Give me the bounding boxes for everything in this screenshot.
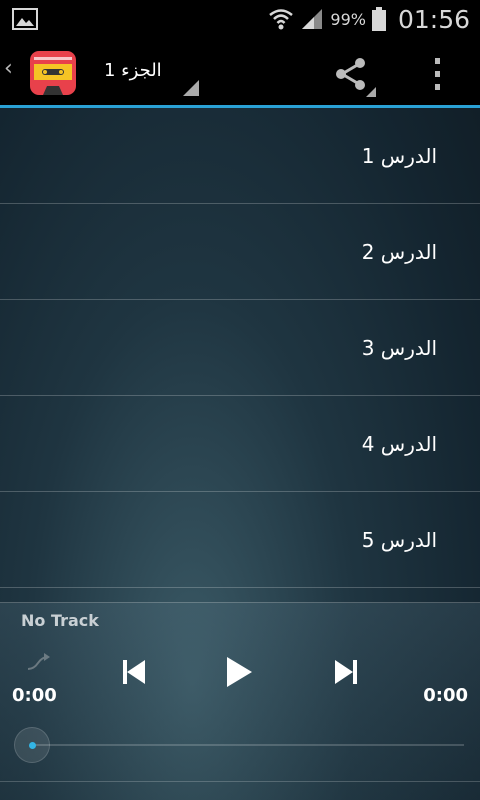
- track-name: No Track: [21, 611, 99, 630]
- battery-percent: 99%: [330, 9, 366, 29]
- status-bar: 99% 01:56: [0, 0, 480, 38]
- shuffle-icon[interactable]: [26, 653, 50, 673]
- action-bar: ‹ الجزء 1: [0, 38, 480, 105]
- total-duration: 0:00: [423, 685, 468, 706]
- status-clock: 01:56: [397, 4, 470, 34]
- lesson-label: الدرس 5: [361, 527, 437, 552]
- list-item-lesson-1[interactable]: الدرس 1: [0, 108, 480, 204]
- player-bottom-divider: [0, 781, 480, 782]
- seek-thumb-dot: [29, 742, 36, 749]
- battery-icon: [371, 7, 386, 31]
- list-item-lesson-4[interactable]: الدرس 4: [0, 396, 480, 492]
- share-caret-icon: [366, 87, 376, 97]
- overflow-menu-icon[interactable]: [430, 58, 444, 90]
- list-item-lesson-3[interactable]: الدرس 3: [0, 300, 480, 396]
- elapsed-time: 0:00: [12, 685, 57, 706]
- previous-track-icon[interactable]: [121, 658, 147, 686]
- list-item-lesson-5[interactable]: الدرس 5: [0, 492, 480, 588]
- lesson-list: الدرس 1 الدرس 2 الدرس 3 الدرس 4 الدرس 5: [0, 108, 480, 588]
- title-spinner-caret-icon[interactable]: [183, 80, 199, 96]
- signal-icon: [302, 9, 323, 29]
- lesson-label: الدرس 1: [361, 143, 437, 168]
- lesson-label: الدرس 4: [361, 431, 437, 456]
- next-track-icon[interactable]: [333, 658, 359, 686]
- lesson-label: الدرس 3: [361, 335, 437, 360]
- lesson-label: الدرس 2: [361, 239, 437, 264]
- share-icon[interactable]: [333, 56, 369, 92]
- gallery-notification-icon: [12, 8, 38, 30]
- play-icon[interactable]: [225, 656, 253, 688]
- seek-bar[interactable]: [34, 744, 464, 746]
- page-title[interactable]: الجزء 1: [104, 60, 162, 81]
- media-player: No Track 0:00 0:00: [0, 603, 480, 800]
- list-item-lesson-2[interactable]: الدرس 2: [0, 204, 480, 300]
- back-chevron-icon[interactable]: ‹: [4, 56, 13, 81]
- app-cassette-icon[interactable]: [29, 50, 77, 96]
- seek-thumb[interactable]: [14, 727, 50, 763]
- wifi-icon: [269, 9, 294, 30]
